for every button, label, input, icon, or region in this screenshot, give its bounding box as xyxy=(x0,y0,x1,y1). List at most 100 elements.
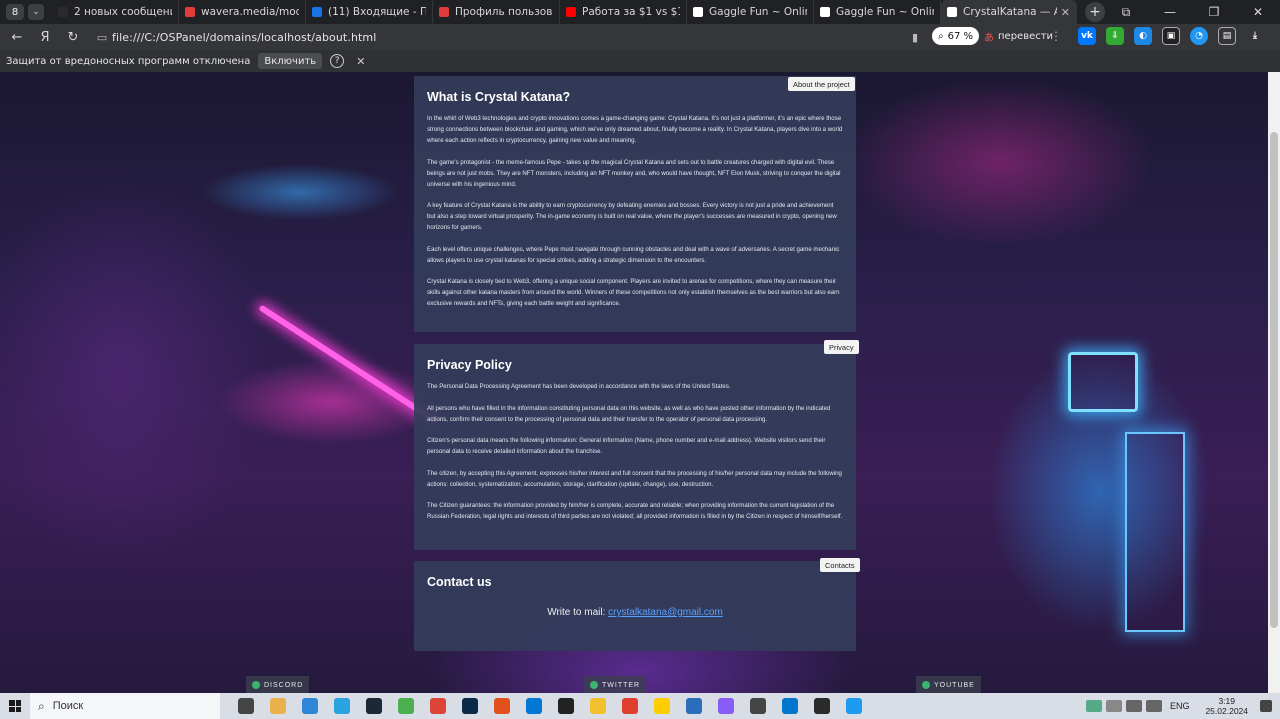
url-text: file:///C:/OSPanel/domains/localhost/abo… xyxy=(112,30,377,44)
taskbar-app-icon[interactable] xyxy=(582,693,614,719)
scrollbar-thumb[interactable] xyxy=(1270,132,1278,628)
new-tab-button[interactable]: + xyxy=(1085,2,1105,22)
address-toolbar: ← Я ↻ ▭ file:///C:/OSPanel/domains/local… xyxy=(0,24,1280,50)
about-paragraph: Each level offers unique challenges, whe… xyxy=(427,245,840,264)
tab-title: 2 новых сообщения xyxy=(74,6,172,18)
browser-tab[interactable]: CrystalKatana — Abou✕ xyxy=(941,0,1077,24)
translate-label: перевести xyxy=(998,30,1054,42)
browser-tab[interactable]: Работа за $1 vs $10,000 xyxy=(560,0,687,24)
vk-extension-icon[interactable]: vk xyxy=(1078,27,1096,45)
help-icon[interactable]: ? xyxy=(330,54,345,68)
bookmark-icon[interactable]: ▮ xyxy=(912,31,918,44)
contact-prefix: Write to mail: xyxy=(547,607,606,618)
about-tag[interactable]: About the project xyxy=(788,77,855,91)
taskbar-app-icon[interactable] xyxy=(838,693,870,719)
window-close-button[interactable]: ✕ xyxy=(1236,0,1280,24)
clock[interactable]: 3:19 25.02.2024 xyxy=(1205,696,1248,716)
back-icon[interactable]: ← xyxy=(6,26,28,48)
taskbar-app-icon[interactable] xyxy=(422,693,454,719)
taskbar-app-icon[interactable] xyxy=(678,693,710,719)
system-tray: ENG 3:19 25.02.2024 xyxy=(1084,693,1280,719)
download-manager-icon[interactable]: ⤓ xyxy=(1246,27,1264,45)
yandex-home-icon[interactable]: Я xyxy=(34,26,56,48)
about-text: In the whirl of Web3 technologies and cr… xyxy=(427,113,843,309)
windows-taskbar: ⌕ Поиск ENG 3:19 25.02.2024 xyxy=(0,693,1280,719)
clock-time: 3:19 xyxy=(1218,696,1235,706)
profile-badge[interactable]: 8 xyxy=(6,4,24,20)
zoom-indicator[interactable]: ⌕ 67 % xyxy=(932,27,980,45)
notification-icon[interactable] xyxy=(1260,700,1272,712)
extension-round-icon[interactable]: ◔ xyxy=(1190,27,1208,45)
tab-close-icon[interactable]: ✕ xyxy=(1057,6,1070,19)
about-paragraph: A key feature of Crystal Katana is the a… xyxy=(427,202,837,231)
start-button[interactable] xyxy=(0,693,30,719)
contacts-section: Contact us Write to mail: crystalkatana@… xyxy=(414,561,856,651)
clock-date: 25.02.2024 xyxy=(1205,706,1248,716)
taskbar-search[interactable]: ⌕ Поиск xyxy=(30,693,220,719)
taskbar-apps xyxy=(230,693,870,719)
tab-favicon-icon xyxy=(693,7,703,17)
privacy-tag[interactable]: Privacy xyxy=(824,340,859,354)
background-neon-sign xyxy=(1068,352,1138,412)
close-icon[interactable]: ✕ xyxy=(356,55,365,68)
contacts-tag[interactable]: Contacts xyxy=(820,558,860,572)
browser-tab-strip: 8 ⌄ 2 новых сообщения wavera.media/modera… xyxy=(0,0,1280,24)
taskbar-app-icon[interactable] xyxy=(486,693,518,719)
taskbar-app-icon[interactable] xyxy=(454,693,486,719)
taskbar-app-icon[interactable] xyxy=(230,693,262,719)
browser-tab[interactable]: Gaggle Fun ~ Online Esc xyxy=(814,0,941,24)
taskbar-app-icon[interactable] xyxy=(550,693,582,719)
more-options-icon[interactable]: ⋮ xyxy=(1050,29,1062,43)
privacy-section: Privacy Policy The Personal Data Process… xyxy=(414,344,856,550)
privacy-paragraph: Citizen's personal data means the follow… xyxy=(427,437,826,455)
about-paragraph: In the whirl of Web3 technologies and cr… xyxy=(427,115,843,144)
taskbar-app-icon[interactable] xyxy=(358,693,390,719)
enable-protection-button[interactable]: Включить xyxy=(258,53,323,69)
maximize-button[interactable]: ❐ xyxy=(1192,0,1236,24)
zoom-icon: ⌕ xyxy=(938,30,944,42)
extension-dark-icon[interactable]: ▣ xyxy=(1162,27,1180,45)
minimize-button[interactable]: — xyxy=(1148,0,1192,24)
url-field[interactable]: ▭ file:///C:/OSPanel/domains/localhost/a… xyxy=(92,26,926,48)
taskbar-app-icon[interactable] xyxy=(294,693,326,719)
taskbar-app-icon[interactable] xyxy=(614,693,646,719)
translate-button[interactable]: あ перевести xyxy=(984,27,1053,45)
taskbar-app-icon[interactable] xyxy=(518,693,550,719)
browser-tab[interactable]: 2 новых сообщения xyxy=(52,0,179,24)
tab-favicon-icon xyxy=(820,7,830,17)
browser-tab[interactable]: Gaggle Fun ~ Online Esc xyxy=(687,0,814,24)
taskbar-app-icon[interactable] xyxy=(326,693,358,719)
taskbar-app-icon[interactable] xyxy=(390,693,422,719)
collections-icon[interactable]: ▤ xyxy=(1218,27,1236,45)
download-icon[interactable]: ⇩ xyxy=(1106,27,1124,45)
tray-app-icon[interactable] xyxy=(1085,700,1102,712)
chevron-down-icon[interactable]: ⌄ xyxy=(28,4,44,20)
youtube-link[interactable]: YOUTUBE xyxy=(916,676,981,693)
tray-chevron-icon[interactable] xyxy=(1105,700,1122,712)
browser-tab[interactable]: (11) Входящие - Почта М xyxy=(306,0,433,24)
discord-link[interactable]: DISCORD xyxy=(246,676,310,693)
taskbar-app-icon[interactable] xyxy=(806,693,838,719)
browser-tab[interactable]: Профиль пользователя xyxy=(433,0,560,24)
browser-tab[interactable]: wavera.media/moderatio xyxy=(179,0,306,24)
twitter-link[interactable]: TWITTER xyxy=(584,676,647,693)
infobar-message: Защита от вредоносных программ отключена xyxy=(6,55,251,67)
background-neon-door xyxy=(1125,432,1185,632)
network-icon[interactable] xyxy=(1125,700,1142,712)
taskbar-app-icon[interactable] xyxy=(262,693,294,719)
extension-blue-icon[interactable]: ◐ xyxy=(1134,27,1152,45)
tab-search-icon[interactable]: ⧉ xyxy=(1104,0,1148,24)
reload-icon[interactable]: ↻ xyxy=(62,26,84,48)
taskbar-app-icon[interactable] xyxy=(646,693,678,719)
tab-favicon-icon xyxy=(947,7,957,17)
volume-icon[interactable] xyxy=(1145,700,1162,712)
zoom-value: 67 % xyxy=(947,30,974,42)
taskbar-app-icon[interactable] xyxy=(742,693,774,719)
tab-title: CrystalKatana — Abou xyxy=(963,6,1057,18)
email-link[interactable]: crystalkatana@gmail.com xyxy=(608,607,723,618)
taskbar-app-icon[interactable] xyxy=(710,693,742,719)
youtube-label: YOUTUBE xyxy=(934,681,975,689)
taskbar-app-icon[interactable] xyxy=(774,693,806,719)
language-indicator[interactable]: ENG xyxy=(1170,701,1190,711)
tab-title: Работа за $1 vs $10,000 xyxy=(582,6,680,18)
